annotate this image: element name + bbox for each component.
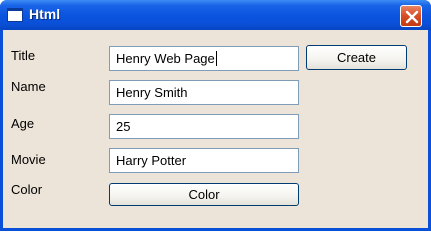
title-input-value: Henry Web Page — [116, 51, 215, 66]
close-icon — [405, 10, 419, 24]
name-input[interactable]: Henry Smith — [109, 80, 299, 105]
app-window: Html Title Henry Web Page Create Name He… — [0, 0, 431, 231]
color-button[interactable]: Color — [109, 183, 299, 206]
movie-input[interactable]: Harry Potter — [109, 148, 299, 173]
color-label: Color — [11, 182, 43, 197]
name-label: Name — [11, 79, 46, 94]
window-title: Html — [29, 6, 61, 22]
title-bar[interactable]: Html — [0, 0, 431, 30]
form-panel: Title Henry Web Page Create Name Henry S… — [3, 30, 428, 228]
age-label: Age — [11, 116, 35, 131]
window-icon — [7, 8, 23, 22]
title-input[interactable]: Henry Web Page — [109, 46, 299, 71]
close-button[interactable] — [400, 5, 422, 27]
movie-label: Movie — [11, 152, 46, 167]
text-caret — [215, 51, 217, 66]
title-label: Title — [11, 48, 36, 63]
create-button[interactable]: Create — [306, 45, 407, 70]
age-input[interactable]: 25 — [109, 114, 299, 139]
